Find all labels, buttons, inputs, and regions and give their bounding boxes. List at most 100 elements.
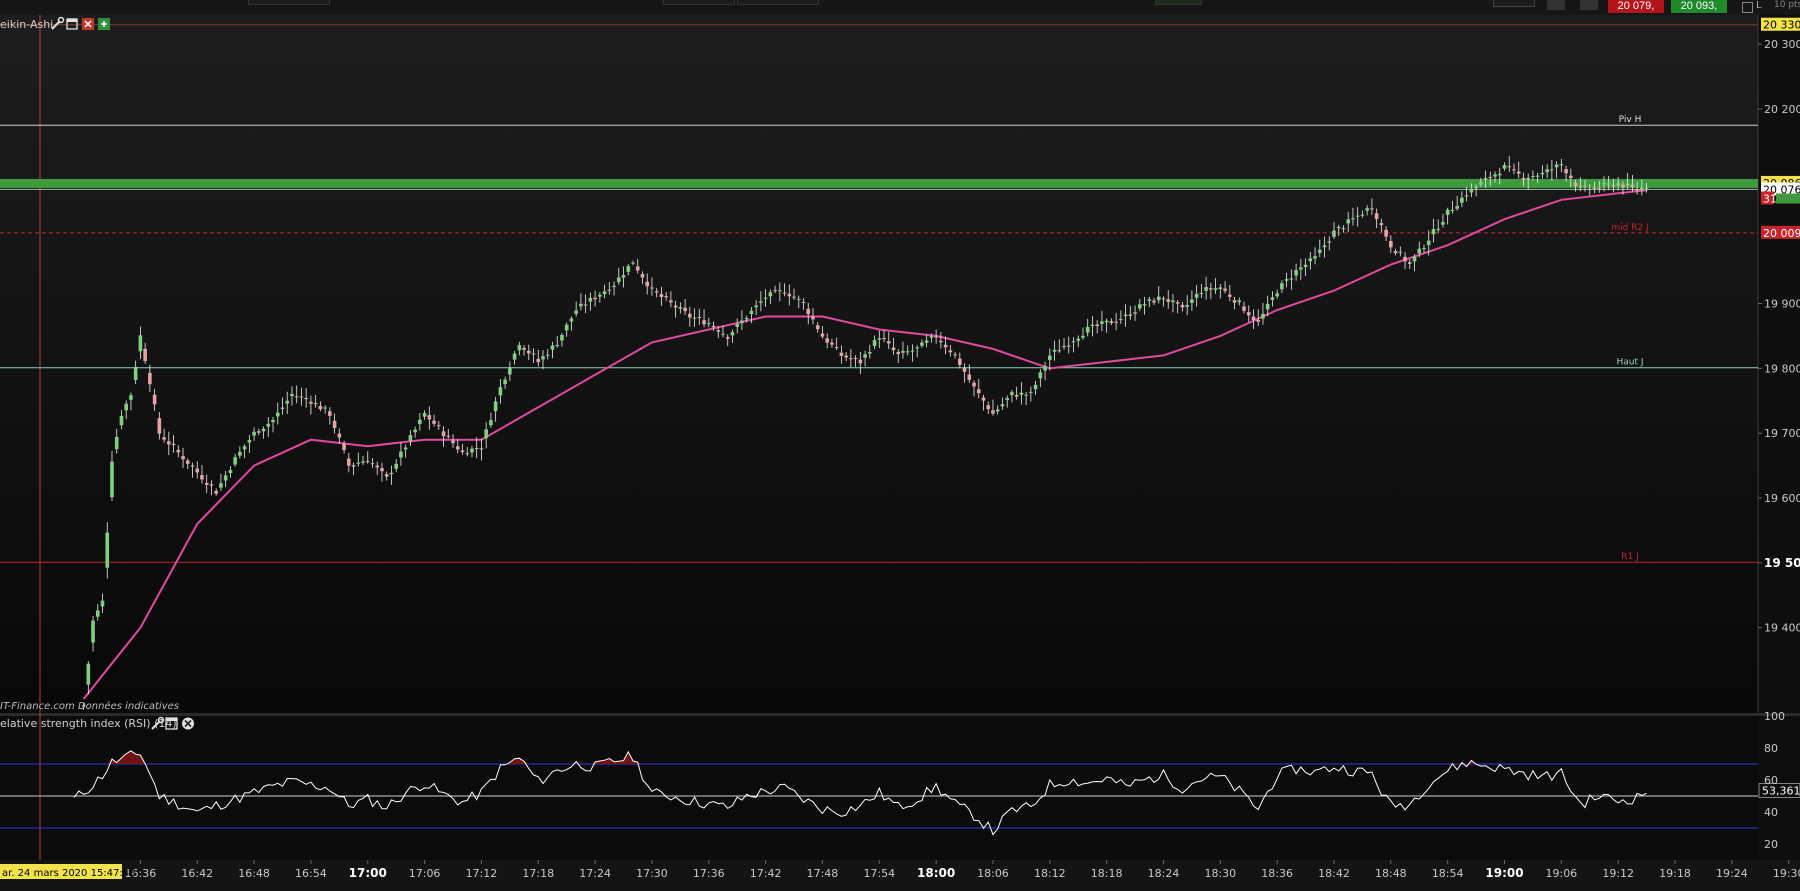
candle-body bbox=[223, 475, 228, 481]
candle-body bbox=[1393, 251, 1398, 254]
candle-body bbox=[1592, 187, 1597, 189]
candle-body bbox=[299, 396, 304, 398]
candle-body bbox=[645, 281, 650, 287]
candle-body bbox=[1133, 312, 1137, 314]
candle-body bbox=[1270, 297, 1275, 300]
candle-body bbox=[1379, 223, 1384, 226]
candle-body bbox=[560, 334, 564, 341]
candle-body bbox=[654, 291, 659, 293]
candle-body bbox=[290, 394, 294, 397]
candle-body bbox=[1057, 350, 1062, 352]
candle-body bbox=[825, 338, 829, 343]
candle-body bbox=[86, 663, 91, 685]
candle-body bbox=[1071, 341, 1076, 343]
candle-body bbox=[304, 397, 308, 400]
candle-body bbox=[1029, 391, 1033, 393]
candle-body bbox=[1507, 166, 1512, 168]
candle-body bbox=[962, 367, 967, 372]
candle-body bbox=[176, 449, 181, 453]
chart-canvas[interactable]: Piv H mid R2 J Haut J R1 J 20 300 20 200 19 9… bbox=[0, 0, 1800, 891]
candle-body bbox=[626, 266, 631, 272]
x-tick-label: 17:36 bbox=[693, 867, 725, 880]
candle-body bbox=[740, 320, 744, 324]
candle-body bbox=[711, 325, 716, 328]
rsi-panel-title: elative strength index (RSI) (14) bbox=[0, 717, 177, 730]
candle-body bbox=[929, 336, 934, 338]
x-tick-label: 19:18 bbox=[1659, 867, 1691, 880]
candle-body bbox=[583, 304, 588, 306]
candle-body bbox=[934, 336, 938, 338]
candle-body bbox=[891, 347, 896, 351]
candle-body bbox=[470, 448, 474, 453]
level-label: Piv H bbox=[1619, 115, 1642, 125]
y-tick-label: 19 700 bbox=[1764, 427, 1800, 440]
x-tick-label: 17:18 bbox=[522, 867, 554, 880]
candle-body bbox=[607, 289, 612, 291]
candle-body bbox=[1550, 169, 1554, 171]
candle-body bbox=[313, 402, 318, 405]
candle-body bbox=[1052, 349, 1057, 352]
candle-body bbox=[261, 428, 266, 432]
candle-body bbox=[114, 436, 119, 450]
candle-body bbox=[1644, 187, 1649, 189]
candle-body bbox=[285, 400, 290, 404]
candle-body bbox=[1450, 209, 1455, 211]
candle-body bbox=[526, 350, 531, 354]
candle-body bbox=[1583, 186, 1587, 188]
candle-body bbox=[621, 275, 626, 278]
candle-body bbox=[328, 411, 332, 416]
candle-body bbox=[759, 301, 763, 303]
candle-body bbox=[1114, 321, 1118, 323]
panel-separator[interactable] bbox=[0, 713, 1800, 716]
candle-body bbox=[1223, 288, 1227, 291]
candle-body bbox=[958, 358, 962, 365]
candle-body bbox=[228, 470, 233, 474]
candle-body bbox=[1199, 292, 1204, 294]
candle-body bbox=[1327, 241, 1332, 243]
candle-body bbox=[1526, 177, 1530, 180]
candle-body bbox=[1460, 197, 1464, 203]
x-tick-label: 18:06 bbox=[977, 867, 1009, 880]
trading-chart-window: 20 079, 20 093, L 10 pts Piv Hmid R2 J Ha… bbox=[0, 0, 1800, 891]
x-tick-label: 19:24 bbox=[1716, 867, 1748, 880]
candle-body bbox=[943, 344, 948, 348]
candle-body bbox=[683, 307, 687, 312]
candle-body bbox=[309, 401, 313, 404]
candle-body bbox=[1531, 176, 1535, 178]
candle-body bbox=[659, 294, 664, 298]
candle-body bbox=[233, 457, 237, 465]
y-tick-label: 19 600 bbox=[1764, 492, 1800, 505]
rsi-panel-header: elative strength index (RSI) (14) bbox=[0, 716, 194, 730]
candle-body bbox=[280, 407, 285, 409]
candle-body bbox=[716, 330, 721, 332]
candle-body bbox=[493, 401, 498, 412]
candle-body bbox=[1123, 314, 1128, 317]
candle-body bbox=[214, 490, 218, 494]
candle-body bbox=[347, 458, 351, 466]
candle-body bbox=[124, 403, 128, 411]
candle-body bbox=[858, 359, 863, 364]
candle-body bbox=[143, 348, 147, 361]
candle-body bbox=[1156, 296, 1161, 301]
candle-body bbox=[1322, 245, 1327, 248]
candle-body bbox=[1227, 294, 1232, 297]
candle-body bbox=[1469, 188, 1474, 193]
candle-body bbox=[1109, 321, 1114, 323]
x-tick-label: 17:48 bbox=[807, 867, 839, 880]
candle-body bbox=[678, 307, 683, 309]
candle-body bbox=[100, 600, 105, 607]
candle-body bbox=[1602, 182, 1606, 185]
candle-body bbox=[896, 351, 901, 355]
candle-body bbox=[522, 347, 526, 350]
candle-body bbox=[1010, 392, 1014, 395]
candle-body bbox=[474, 447, 479, 449]
candle-body bbox=[763, 297, 768, 299]
candle-body bbox=[200, 475, 204, 480]
candle-body bbox=[242, 446, 247, 450]
x-tick-label: 17:54 bbox=[863, 867, 895, 880]
candle-body bbox=[697, 316, 702, 318]
candle-body bbox=[830, 342, 834, 345]
candle-body bbox=[1218, 287, 1223, 290]
candle-body bbox=[455, 446, 460, 450]
candle-body bbox=[1535, 175, 1540, 177]
